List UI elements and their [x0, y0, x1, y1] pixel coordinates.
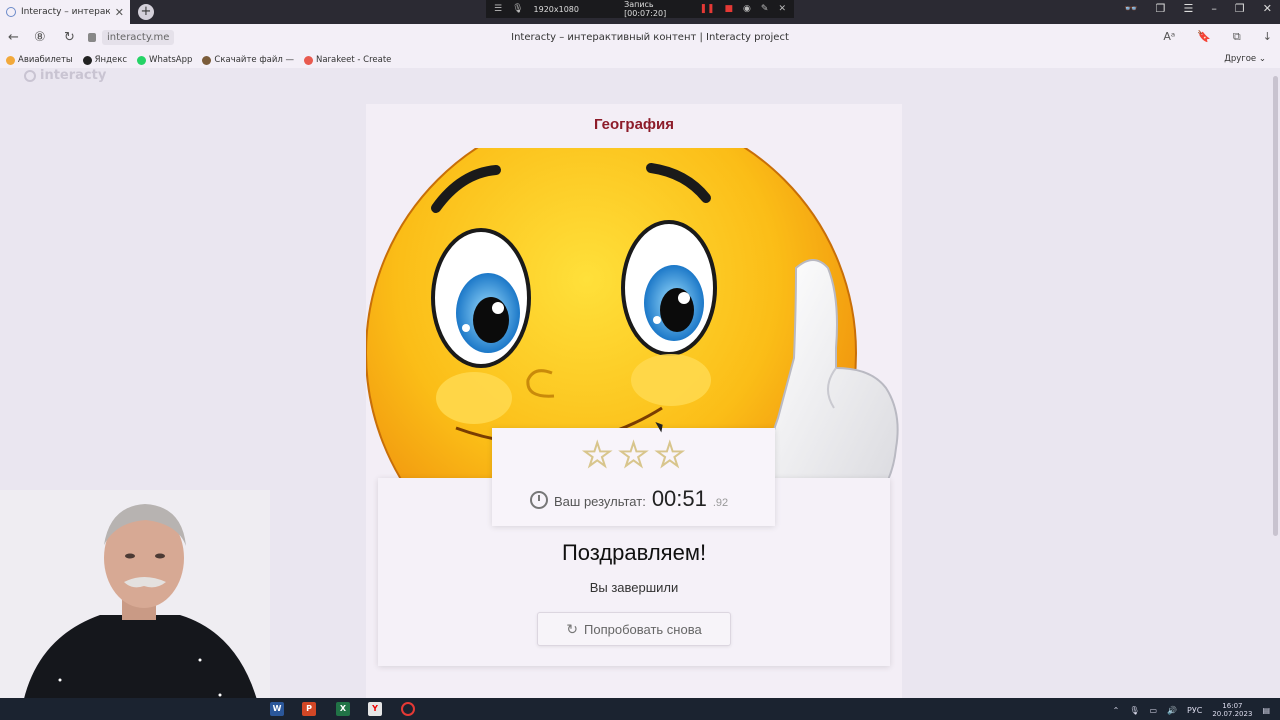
camera-icon[interactable]: ◉: [743, 4, 751, 14]
tray-network-icon[interactable]: ▭: [1150, 706, 1158, 715]
result-time-row: Ваш результат: 00:51 .92: [530, 486, 728, 512]
close-tab-icon[interactable]: ✕: [115, 6, 124, 19]
nav-bar: ← ⑧ ↻ interacty.me Interacty – интеракти…: [0, 24, 1280, 52]
bookmark-favicon-icon: [202, 55, 212, 65]
bookmark-favicon-icon: [82, 55, 92, 65]
interacty-logo[interactable]: interacty: [24, 68, 106, 83]
close-recording-icon[interactable]: ✕: [778, 4, 786, 14]
recording-status: Запись [00:07:20]: [624, 0, 667, 18]
congrats-heading: Поздравляем!: [561, 540, 707, 565]
score-panel: ☆ ☆ ☆ Ваш результат: 00:51 .92: [492, 428, 775, 526]
browser-tab-active[interactable]: Interacty – интерактив ✕: [0, 0, 130, 24]
recording-toolbar: ☰ 🎙 1920x1080 Запись [00:07:20] ❚❚ ■ ◉ ✎…: [486, 0, 794, 18]
bookmark-item[interactable]: WhatsApp: [137, 55, 192, 65]
page-scrollbar[interactable]: [1273, 76, 1278, 536]
retry-label: Попробовать снова: [584, 621, 702, 637]
window-controls: 👓 ❐ ☰ – ❐ ✕: [1124, 2, 1272, 15]
bookmark-favicon-icon: [6, 55, 15, 65]
os-taskbar: W P X Y ⌃ 🎙 ▭ 🔊 РУС 16:07 20.07.2023 ▤: [0, 698, 1280, 720]
tab-title: Interacty – интерактив: [21, 7, 110, 17]
restore-icon[interactable]: ❐: [1235, 2, 1245, 15]
recorder-icon[interactable]: [401, 702, 415, 716]
tray-arrow-icon[interactable]: ⌃: [1113, 706, 1120, 715]
pause-icon[interactable]: ❚❚: [699, 4, 714, 14]
page-title: Interacty – интерактивный контент | Inte…: [511, 32, 789, 43]
glasses-icon[interactable]: 👓: [1124, 2, 1138, 15]
nav-actions: Aᵃ 🔖 ⧉ ↓: [1163, 30, 1272, 44]
powerpoint-icon[interactable]: P: [302, 702, 316, 716]
extensions-icon[interactable]: ⧉: [1233, 30, 1241, 44]
logo-icon: [24, 69, 36, 82]
result-time: 00:51: [651, 486, 707, 511]
result-label: Ваш результат:: [554, 494, 646, 509]
browser-menu-icon[interactable]: ☰: [1184, 2, 1194, 15]
star-empty-icon: ☆: [617, 435, 650, 476]
bookmark-item[interactable]: Авиабилеты: [6, 55, 73, 65]
retry-button[interactable]: ↻ Попробовать снова: [537, 612, 731, 646]
tray-clock[interactable]: 16:07 20.07.2023: [1212, 702, 1252, 718]
tray-volume-icon[interactable]: 🔊: [1167, 706, 1177, 715]
menu-icon[interactable]: ☰: [494, 4, 502, 14]
bookmark-favicon-icon: [137, 55, 147, 65]
result-milliseconds: .92: [712, 497, 729, 509]
completed-text: Вы завершили: [589, 580, 679, 595]
tab-bar: Interacty – интерактив ✕ + ☰ 🎙 1920x1080…: [0, 0, 1280, 24]
star-empty-icon: ☆: [581, 435, 614, 476]
yandex-browser-icon[interactable]: Y: [368, 702, 382, 716]
bookmark-item[interactable]: Narakeet - Create: [303, 55, 391, 65]
quiz-title: География: [593, 116, 675, 133]
excel-icon[interactable]: X: [336, 702, 350, 716]
tray-mic-icon[interactable]: 🎙: [1129, 706, 1139, 715]
tray-language[interactable]: РУС: [1187, 706, 1202, 715]
minimize-icon[interactable]: –: [1211, 2, 1217, 15]
bookmark-icon[interactable]: 🔖: [1197, 30, 1211, 44]
microphone-icon[interactable]: 🎙: [512, 4, 523, 14]
word-icon[interactable]: W: [270, 702, 284, 716]
quiz-card: География Поздравляем! Вы завершили ↻ По…: [366, 104, 902, 698]
bookmark-item[interactable]: Яндекс: [82, 55, 127, 65]
pen-icon[interactable]: ✎: [761, 4, 769, 14]
stop-icon[interactable]: ■: [725, 4, 734, 14]
close-window-icon[interactable]: ✕: [1263, 2, 1272, 15]
new-tab-button[interactable]: +: [138, 4, 154, 20]
translate-icon[interactable]: Aᵃ: [1163, 30, 1175, 44]
bookmark-item[interactable]: Скачайте файл —: [202, 55, 294, 65]
stopwatch-icon: [530, 491, 548, 509]
notifications-icon[interactable]: ▤: [1262, 706, 1270, 715]
bookmark-favicon-icon: [303, 55, 313, 65]
recording-resolution: 1920x1080: [533, 4, 579, 14]
bookmarks-bar: Авиабилеты Яндекс WhatsApp Скачайте файл…: [0, 52, 1280, 68]
download-icon[interactable]: ↓: [1263, 30, 1272, 44]
interacty-favicon-icon: [6, 7, 16, 17]
refresh-icon: ↻: [566, 620, 579, 637]
bookmarks-other-folder[interactable]: Другое ⌄: [1224, 54, 1266, 64]
collections-icon[interactable]: ❐: [1156, 2, 1166, 15]
star-empty-icon: ☆: [653, 435, 686, 476]
system-tray: ⌃ 🎙 ▭ 🔊 РУС 16:07 20.07.2023 ▤: [1113, 702, 1270, 718]
webcam-presenter-image: [0, 490, 270, 720]
rating-stars: ☆ ☆ ☆: [492, 435, 775, 476]
